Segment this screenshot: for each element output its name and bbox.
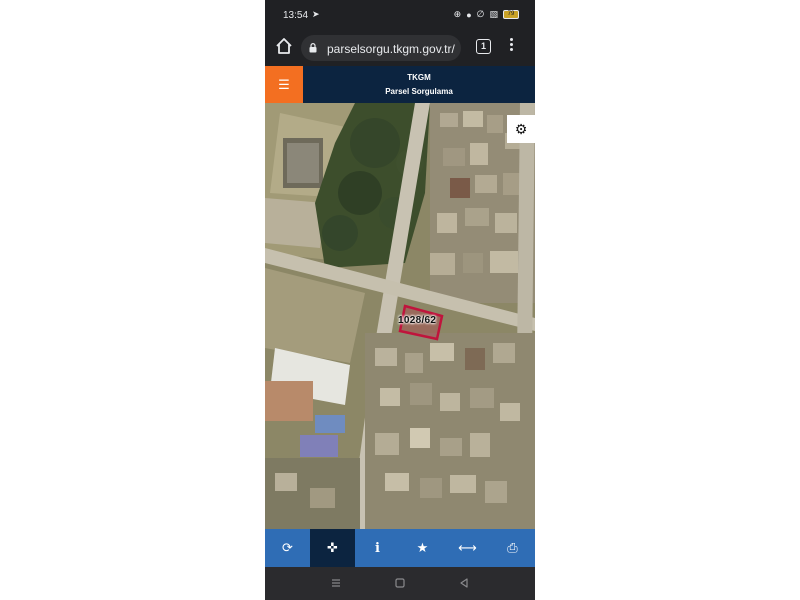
print-icon: ⎙ [507, 540, 518, 555]
status-bar: 13:54 ➤ ⊕ ● ∅ ▧ 79 [265, 0, 535, 30]
status-icons: ⊕ ● ∅ ▧ 79 [454, 9, 519, 20]
status-time: 13:54 [283, 10, 309, 21]
home-nav-icon[interactable] [394, 577, 406, 589]
locate-button[interactable]: ✜ [310, 529, 355, 567]
home-icon[interactable] [275, 37, 293, 55]
tab-switcher-button[interactable]: 1 [476, 39, 491, 54]
info-icon: i [375, 541, 380, 556]
favorite-button[interactable]: ★ [400, 529, 445, 567]
print-button[interactable]: ⎙ [490, 529, 535, 567]
app-header: ☰ TKGM Parsel Sorgulama [265, 66, 535, 103]
browser-toolbar: parselsorgu.tkgm.gov.tr/ 1 [265, 30, 535, 66]
parcel-label[interactable]: 1028/62 [398, 315, 436, 326]
signal-icon: ▧ [489, 9, 498, 19]
star-icon: ★ [416, 540, 429, 555]
app-title: TKGM [407, 73, 431, 82]
satellite-map[interactable]: ⚙ 1028/62 [265, 103, 535, 529]
hotspot-icon: ⊕ [453, 9, 462, 19]
lock-icon [309, 43, 317, 53]
refresh-button[interactable]: ⟳ [265, 529, 310, 567]
overflow-menu-icon[interactable] [510, 38, 516, 54]
gear-icon: ⚙ [514, 121, 528, 137]
locate-icon: ✜ [327, 540, 338, 555]
battery-icon: 79 [503, 10, 519, 19]
back-icon[interactable] [458, 577, 470, 589]
settings-button[interactable]: ⚙ [507, 115, 535, 143]
map-toolbar: ⟳ ✜ i ★ ⟷ ⎙ [265, 529, 535, 567]
measure-button[interactable]: ⟷ [445, 529, 490, 567]
mute-icon: ∅ [476, 9, 485, 19]
hamburger-icon[interactable]: ☰ [265, 66, 303, 103]
url-bar[interactable]: parselsorgu.tkgm.gov.tr/ [301, 35, 461, 61]
url-text: parselsorgu.tkgm.gov.tr/ [327, 42, 455, 56]
measure-icon: ⟷ [458, 540, 477, 555]
location-icon: ● [466, 9, 472, 20]
refresh-icon: ⟳ [282, 540, 293, 555]
info-button[interactable]: i [355, 529, 400, 567]
app-subtitle: Parsel Sorgulama [385, 87, 453, 96]
recent-apps-icon[interactable] [330, 577, 342, 589]
telegram-icon: ➤ [312, 9, 320, 19]
system-nav-bar [265, 567, 535, 600]
phone-screen: 13:54 ➤ ⊕ ● ∅ ▧ 79 parselsorgu.tkgm.gov.… [265, 0, 535, 600]
